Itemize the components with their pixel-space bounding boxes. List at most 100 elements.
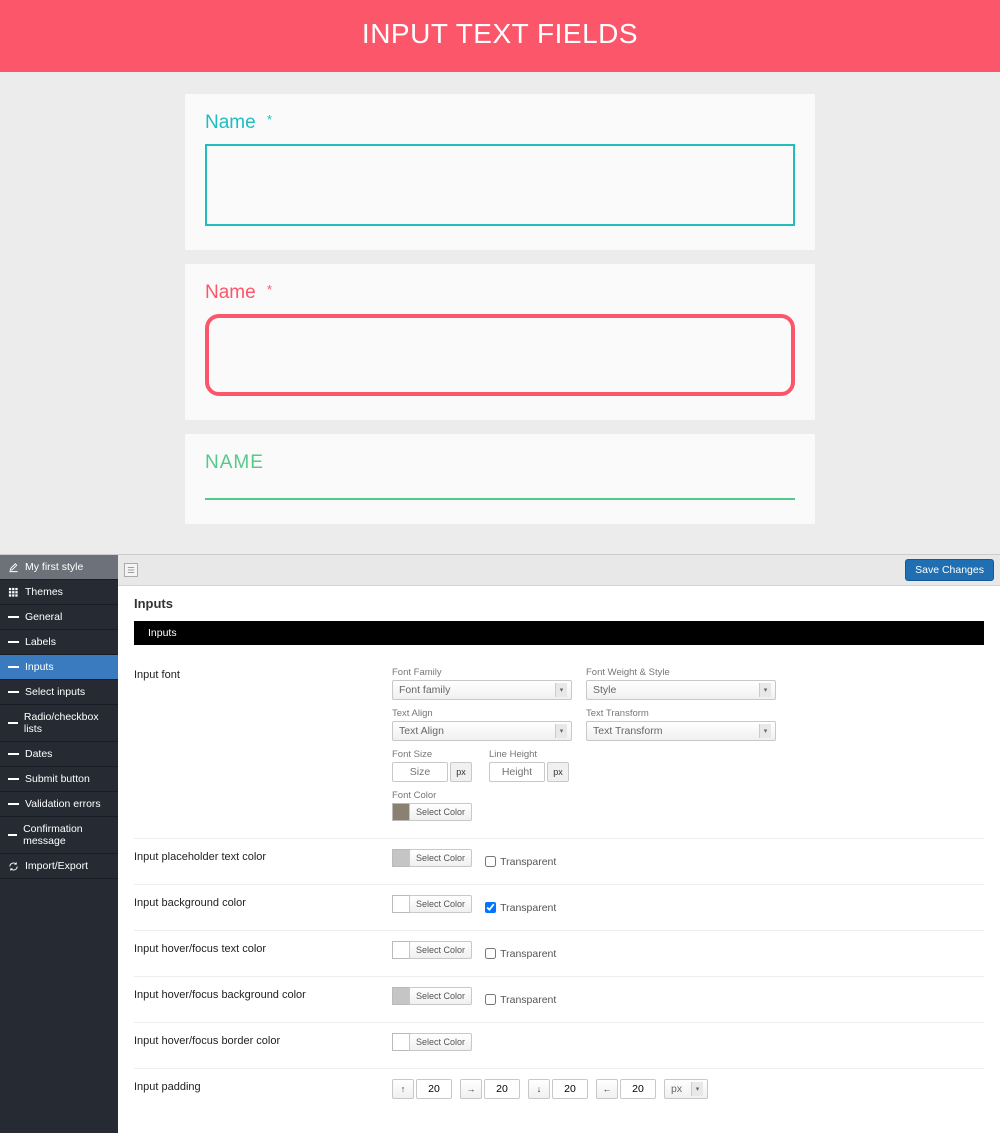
select-color-button[interactable]: Select Color bbox=[409, 849, 472, 867]
sidebar-item-dates[interactable]: Dates bbox=[0, 742, 118, 767]
text-transform-select[interactable]: Text Transform▾ bbox=[586, 721, 776, 741]
row-label: Input hover/focus background color bbox=[134, 987, 392, 1008]
select-color-button[interactable]: Select Color bbox=[409, 803, 472, 821]
transparent-checkbox-label[interactable]: Transparent bbox=[485, 994, 556, 1006]
row-label: Input hover/focus text color bbox=[134, 941, 392, 962]
sidebar-item-import-export[interactable]: Import/Export bbox=[0, 854, 118, 879]
collapse-button[interactable] bbox=[124, 563, 138, 577]
row-label: Input padding bbox=[134, 1079, 392, 1099]
sidebar-item-inputs[interactable]: Inputs bbox=[0, 655, 118, 680]
transparent-checkbox-label[interactable]: Transparent bbox=[485, 948, 556, 960]
transparent-checkbox[interactable] bbox=[485, 856, 496, 867]
text-align-select[interactable]: Text Align▾ bbox=[392, 721, 572, 741]
dash-icon bbox=[8, 834, 17, 836]
sidebar-item-select-inputs[interactable]: Select inputs bbox=[0, 680, 118, 705]
unit-px: px bbox=[547, 762, 569, 782]
sidebar-item-confirmation[interactable]: Confirmation message bbox=[0, 817, 118, 854]
save-changes-button[interactable]: Save Changes bbox=[905, 559, 994, 581]
row-label: Input background color bbox=[134, 895, 392, 916]
text-input-preview[interactable] bbox=[205, 498, 795, 500]
preview-field-green: NAME bbox=[185, 434, 815, 524]
row-hover-border-color: Input hover/focus border color Select Co… bbox=[134, 1023, 984, 1069]
select-color-button[interactable]: Select Color bbox=[409, 1033, 472, 1051]
color-swatch[interactable] bbox=[392, 987, 410, 1005]
padding-left-input[interactable] bbox=[620, 1079, 656, 1099]
collapse-icon bbox=[127, 566, 135, 574]
preview-field-red: Name * bbox=[185, 264, 815, 420]
unit-px: px bbox=[450, 762, 472, 782]
row-label: Input hover/focus border color bbox=[134, 1033, 392, 1054]
transparent-checkbox-label[interactable]: Transparent bbox=[485, 902, 556, 914]
chevron-down-icon: ▾ bbox=[759, 683, 771, 697]
sidebar-item-my-first-style[interactable]: My first style bbox=[0, 555, 118, 580]
grid-icon bbox=[8, 587, 19, 598]
transparent-checkbox[interactable] bbox=[485, 994, 496, 1005]
row-background-color: Input background color Select Color Tran… bbox=[134, 885, 984, 931]
padding-right-icon[interactable]: → bbox=[460, 1079, 482, 1099]
sidebar-item-labels[interactable]: Labels bbox=[0, 630, 118, 655]
refresh-icon bbox=[8, 861, 19, 872]
row-label: Input font bbox=[134, 667, 392, 824]
admin-pane: My first style Themes General Labels Inp… bbox=[0, 554, 1000, 1133]
sidebar-item-submit-button[interactable]: Submit button bbox=[0, 767, 118, 792]
transparent-checkbox-label[interactable]: Transparent bbox=[485, 856, 556, 868]
preview-body: Name * Name * NAME bbox=[0, 72, 1000, 554]
select-color-button[interactable]: Select Color bbox=[409, 895, 472, 913]
color-swatch[interactable] bbox=[392, 941, 410, 959]
dash-icon bbox=[8, 641, 19, 643]
padding-top-input[interactable] bbox=[416, 1079, 452, 1099]
color-swatch[interactable] bbox=[392, 803, 410, 821]
sidebar-item-validation-errors[interactable]: Validation errors bbox=[0, 792, 118, 817]
color-swatch[interactable] bbox=[392, 1033, 410, 1051]
row-hover-text-color: Input hover/focus text color Select Colo… bbox=[134, 931, 984, 977]
sidebar-item-radio-checkbox[interactable]: Radio/checkbox lists bbox=[0, 705, 118, 742]
font-weight-select[interactable]: Style▾ bbox=[586, 680, 776, 700]
dash-icon bbox=[8, 753, 19, 755]
dash-icon bbox=[8, 666, 19, 668]
row-hover-bg-color: Input hover/focus background color Selec… bbox=[134, 977, 984, 1023]
dash-icon bbox=[8, 691, 19, 693]
dash-icon bbox=[8, 803, 19, 805]
sidebar-item-general[interactable]: General bbox=[0, 605, 118, 630]
field-label: NAME bbox=[205, 452, 795, 474]
line-height-input[interactable] bbox=[489, 762, 545, 782]
padding-bottom-input[interactable] bbox=[552, 1079, 588, 1099]
padding-left-icon[interactable]: ← bbox=[596, 1079, 618, 1099]
text-align-label: Text Align bbox=[392, 708, 572, 719]
row-placeholder-color: Input placeholder text color Select Colo… bbox=[134, 839, 984, 885]
line-height-label: Line Height bbox=[489, 749, 572, 760]
content-area: Save Changes Inputs Inputs Input font Fo… bbox=[118, 555, 1000, 1133]
transparent-checkbox[interactable] bbox=[485, 902, 496, 913]
tab-inputs[interactable]: Inputs bbox=[134, 621, 984, 645]
chevron-down-icon: ▾ bbox=[759, 724, 771, 738]
field-label: Name * bbox=[205, 112, 795, 134]
color-swatch[interactable] bbox=[392, 895, 410, 913]
padding-unit-select[interactable]: px▾ bbox=[664, 1079, 708, 1099]
chevron-down-icon: ▾ bbox=[555, 724, 567, 738]
select-color-button[interactable]: Select Color bbox=[409, 941, 472, 959]
padding-bottom-icon[interactable]: ↓ bbox=[528, 1079, 550, 1099]
transparent-checkbox[interactable] bbox=[485, 948, 496, 959]
padding-top-icon[interactable]: ↑ bbox=[392, 1079, 414, 1099]
sidebar: My first style Themes General Labels Inp… bbox=[0, 555, 118, 1133]
edit-icon bbox=[8, 562, 19, 573]
font-size-input[interactable] bbox=[392, 762, 448, 782]
text-input-preview[interactable] bbox=[205, 144, 795, 226]
preview-title: INPUT TEXT FIELDS bbox=[0, 18, 1000, 50]
font-family-select[interactable]: Font family▾ bbox=[392, 680, 572, 700]
sidebar-item-themes[interactable]: Themes bbox=[0, 580, 118, 605]
dash-icon bbox=[8, 722, 18, 724]
dash-icon bbox=[8, 616, 19, 618]
row-input-padding: Input padding ↑ → ↓ ← px▾ bbox=[134, 1069, 984, 1113]
font-family-label: Font Family bbox=[392, 667, 572, 678]
field-label: Name * bbox=[205, 282, 795, 304]
topbar: Save Changes bbox=[118, 555, 1000, 586]
preview-header: INPUT TEXT FIELDS bbox=[0, 0, 1000, 72]
select-color-button[interactable]: Select Color bbox=[409, 987, 472, 1005]
text-input-preview[interactable] bbox=[205, 314, 795, 396]
padding-right-input[interactable] bbox=[484, 1079, 520, 1099]
color-swatch[interactable] bbox=[392, 849, 410, 867]
panel: Inputs Inputs Input font Font Family Fon… bbox=[118, 586, 1000, 1133]
row-input-font: Input font Font Family Font family▾ Font… bbox=[134, 657, 984, 839]
chevron-down-icon: ▾ bbox=[555, 683, 567, 697]
